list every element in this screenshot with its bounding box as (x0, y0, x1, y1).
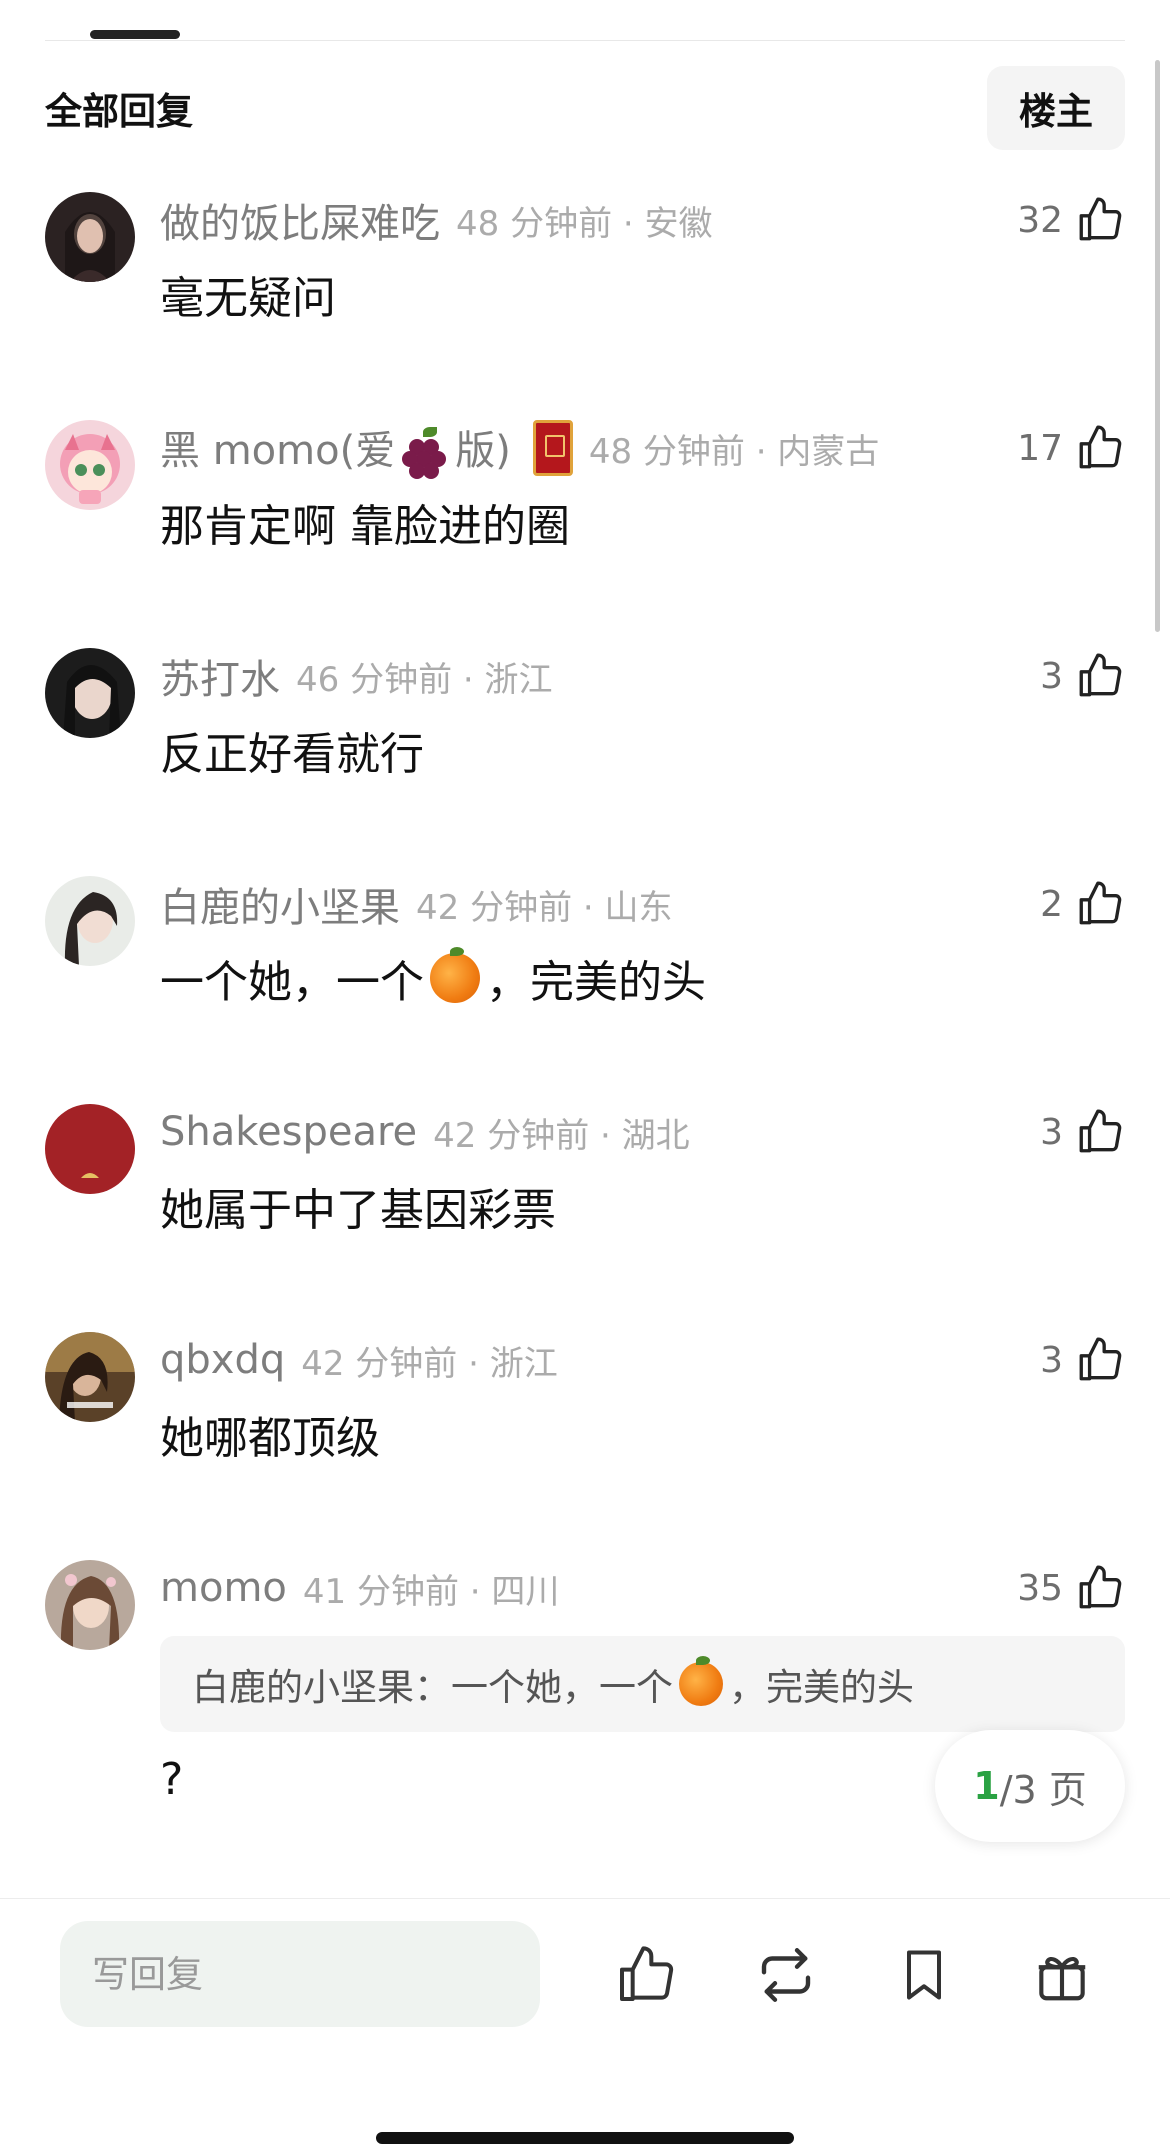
username[interactable]: momo (160, 1565, 287, 1611)
comment-text: 她哪都顶级 (160, 1413, 380, 1464)
avatar[interactable] (45, 420, 135, 510)
comment-text: 反正好看就行 (160, 729, 424, 780)
like-button[interactable]: 3 (1040, 646, 1125, 706)
page-indicator[interactable]: 1/3 页 (935, 1730, 1125, 1842)
thumbs-up-icon[interactable] (1075, 195, 1125, 245)
comment-text: ? (160, 1754, 184, 1805)
quote-text-after: ，完美的头 (729, 1666, 914, 1709)
comment-meta: 做的饭比屎难吃 48 分钟前 · 安徽 (160, 190, 713, 250)
comment-item: qbxdq 42 分钟前 · 浙江 3 她哪都顶级 (0, 1330, 1170, 1558)
time-location: 41 分钟前 · 四川 (302, 1571, 560, 1612)
orange-emoji-icon (430, 947, 480, 1003)
username[interactable]: qbxdq (160, 1337, 285, 1383)
comment-meta: 黑 momo(爱 版) 48 分钟前 · 内蒙古 (160, 418, 880, 479)
thumbs-up-icon[interactable] (1075, 423, 1125, 473)
comment-meta: 白鹿的小坚果 42 分钟前 · 山东 (160, 874, 673, 934)
orange-emoji-icon (679, 1656, 723, 1706)
comment-text: 毫无疑问 (160, 273, 336, 324)
quote-text-before: 白鹿的小坚果：一个她，一个 (192, 1666, 673, 1709)
reply-input[interactable] (60, 1921, 540, 2027)
comment-item: 黑 momo(爱 版) 48 分钟前 · 内蒙古 17 那肯定啊 靠脸进的圈 (0, 418, 1170, 646)
time-location: 46 分钟前 · 浙江 (296, 659, 553, 700)
like-button[interactable]: 3 (1040, 1102, 1125, 1162)
avatar[interactable] (45, 1332, 135, 1422)
grapes-emoji-icon (399, 426, 451, 479)
avatar[interactable] (45, 1104, 135, 1194)
top-divider (45, 40, 1125, 41)
comment-item: 白鹿的小坚果 42 分钟前 · 山东 2 一个她，一个 ，完美的头 (0, 874, 1170, 1102)
thumbs-up-icon[interactable] (1075, 879, 1125, 929)
like-count: 3 (1040, 1339, 1063, 1381)
like-count: 35 (1017, 1567, 1063, 1609)
time-location: 48 分钟前 · 安徽 (456, 203, 713, 244)
all-replies-title: 全部回复 (45, 90, 193, 133)
comment-text: 那肯定啊 靠脸进的圈 (160, 501, 570, 552)
comment-text: 一个她，一个 ，完美的头 (160, 946, 706, 1010)
home-indicator (376, 2132, 794, 2144)
current-page: 1 (973, 1764, 1000, 1808)
bottom-action-bar (0, 1898, 1170, 2147)
comment-text-after: ，完美的头 (486, 957, 706, 1008)
comment-item: 做的饭比屎难吃 48 分钟前 · 安徽 32 毫无疑问 (0, 190, 1170, 418)
comment-item: Shakespeare 42 分钟前 · 湖北 3 她属于中了基因彩票 (0, 1102, 1170, 1330)
op-only-button[interactable]: 楼主 (987, 66, 1125, 150)
repost-icon[interactable] (750, 1939, 822, 2011)
fan-badge-icon[interactable] (532, 420, 573, 476)
like-button[interactable]: 17 (1017, 418, 1125, 478)
comment-text-before: 一个她，一个 (160, 957, 424, 1008)
comment-meta: momo 41 分钟前 · 四川 (160, 1558, 559, 1618)
username[interactable]: 黑 momo(爱 版) (160, 418, 511, 479)
like-button[interactable]: 2 (1040, 874, 1125, 934)
time-location: 42 分钟前 · 山东 (416, 887, 673, 928)
time-location: 48 分钟前 · 内蒙古 (588, 431, 880, 472)
like-button[interactable]: 35 (1017, 1558, 1125, 1618)
time-location: 42 分钟前 · 湖北 (433, 1115, 690, 1156)
like-button[interactable]: 32 (1017, 190, 1125, 250)
bookmark-icon[interactable] (888, 1939, 960, 2011)
like-count: 32 (1017, 199, 1063, 241)
username-prefix: 黑 momo(爱 (160, 427, 396, 474)
total-pages: /3 页 (999, 1767, 1087, 1812)
like-count: 3 (1040, 1111, 1063, 1153)
thumbs-up-icon[interactable] (1075, 651, 1125, 701)
avatar[interactable] (45, 192, 135, 282)
thumbs-up-icon[interactable] (1075, 1563, 1125, 1613)
comment-text: 她属于中了基因彩票 (160, 1185, 556, 1236)
thumbs-up-icon[interactable] (1075, 1335, 1125, 1385)
username[interactable]: 做的饭比屎难吃 (160, 191, 440, 249)
comment-meta: qbxdq 42 分钟前 · 浙江 (160, 1330, 558, 1390)
thumbs-up-icon[interactable] (610, 1939, 682, 2011)
like-count: 3 (1040, 655, 1063, 697)
replies-header: 全部回复 楼主 (45, 66, 1125, 150)
time-location: 42 分钟前 · 浙江 (301, 1343, 558, 1384)
avatar[interactable] (45, 876, 135, 966)
username[interactable]: 白鹿的小坚果 (160, 875, 400, 933)
like-button[interactable]: 3 (1040, 1330, 1125, 1390)
username-suffix: 版) (455, 427, 511, 474)
quoted-reply[interactable]: 白鹿的小坚果：一个她，一个 ，完美的头 (160, 1636, 1125, 1732)
comment-item: 苏打水 46 分钟前 · 浙江 3 反正好看就行 (0, 646, 1170, 874)
avatar[interactable] (45, 648, 135, 738)
thumbs-up-icon[interactable] (1075, 1107, 1125, 1157)
like-count: 2 (1040, 883, 1063, 925)
comment-meta: Shakespeare 42 分钟前 · 湖北 (160, 1102, 690, 1162)
comment-list: 做的饭比屎难吃 48 分钟前 · 安徽 32 毫无疑问 黑 momo(爱 版) 4… (0, 190, 1170, 1878)
username[interactable]: Shakespeare (160, 1109, 417, 1155)
gift-icon[interactable] (1026, 1939, 1098, 2011)
comment-meta: 苏打水 46 分钟前 · 浙江 (160, 646, 553, 706)
top-tab-indicator (90, 30, 180, 39)
avatar[interactable] (45, 1560, 135, 1650)
like-count: 17 (1017, 427, 1063, 469)
username[interactable]: 苏打水 (160, 647, 280, 705)
